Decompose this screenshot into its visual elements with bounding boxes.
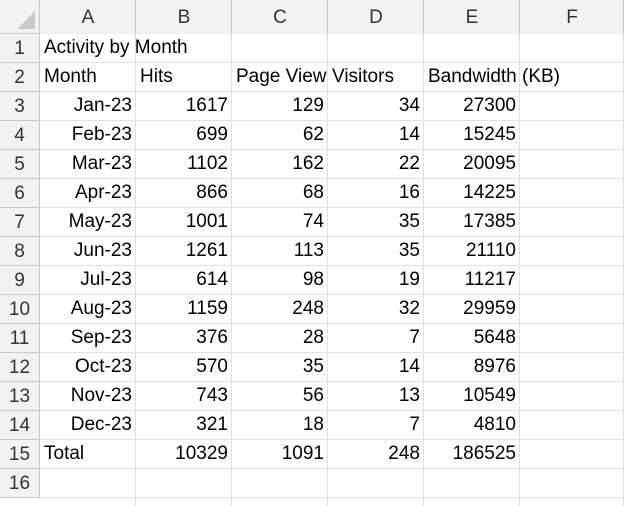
table-cell[interactable]: 14225: [424, 179, 520, 208]
total-label[interactable]: Total: [40, 440, 136, 469]
row-header-3[interactable]: 3: [0, 92, 40, 121]
table-cell[interactable]: 28: [232, 324, 328, 353]
table-cell[interactable]: 8976: [424, 353, 520, 382]
row-header-1[interactable]: 1: [0, 34, 40, 63]
cell-header-visitors[interactable]: Visitors: [328, 63, 424, 92]
table-cell[interactable]: 376: [136, 324, 232, 353]
cell-header-bandwidth[interactable]: Bandwidth (KB): [424, 63, 560, 92]
table-cell[interactable]: 62: [232, 121, 328, 150]
row-header-8[interactable]: 8: [0, 237, 40, 266]
table-cell[interactable]: 129: [232, 92, 328, 121]
row-header-14[interactable]: 14: [0, 411, 40, 440]
table-cell[interactable]: 35: [328, 208, 424, 237]
table-cell[interactable]: 14: [328, 121, 424, 150]
table-cell[interactable]: 22: [328, 150, 424, 179]
column-header-b[interactable]: B: [136, 0, 232, 34]
table-cell[interactable]: 248: [232, 295, 328, 324]
table-cell[interactable]: 68: [232, 179, 328, 208]
row-header-15[interactable]: 15: [0, 440, 40, 469]
table-cell[interactable]: 4810: [424, 411, 520, 440]
column-header-d[interactable]: D: [328, 0, 424, 34]
table-cell[interactable]: Sep-23: [40, 324, 136, 353]
table-cell[interactable]: Feb-23: [40, 121, 136, 150]
table-cell[interactable]: 18: [232, 411, 328, 440]
table-cell[interactable]: 699: [136, 121, 232, 150]
row-header-7[interactable]: 7: [0, 208, 40, 237]
cell-a1-title[interactable]: Activity by Month: [40, 34, 188, 63]
table-cell[interactable]: 35: [232, 353, 328, 382]
cell-header-page-view[interactable]: Page View: [232, 63, 328, 92]
gridline-horizontal: [40, 497, 624, 498]
total-cell[interactable]: 186525: [424, 440, 520, 469]
table-cell[interactable]: Apr-23: [40, 179, 136, 208]
table-cell[interactable]: Aug-23: [40, 295, 136, 324]
table-cell[interactable]: 614: [136, 266, 232, 295]
row-header-13[interactable]: 13: [0, 382, 40, 411]
table-cell[interactable]: 98: [232, 266, 328, 295]
column-header-c[interactable]: C: [232, 0, 328, 34]
table-cell[interactable]: 1159: [136, 295, 232, 324]
table-cell[interactable]: 1617: [136, 92, 232, 121]
table-cell[interactable]: 15245: [424, 121, 520, 150]
table-cell[interactable]: 56: [232, 382, 328, 411]
select-all-corner[interactable]: [0, 0, 40, 34]
table-cell[interactable]: 20095: [424, 150, 520, 179]
table-cell[interactable]: 13: [328, 382, 424, 411]
table-cell[interactable]: May-23: [40, 208, 136, 237]
table-cell[interactable]: 34: [328, 92, 424, 121]
table-cell[interactable]: 5648: [424, 324, 520, 353]
table-cell[interactable]: 27300: [424, 92, 520, 121]
table-cell[interactable]: 16: [328, 179, 424, 208]
select-all-triangle-icon: [17, 11, 35, 29]
table-cell[interactable]: Nov-23: [40, 382, 136, 411]
table-cell[interactable]: 162: [232, 150, 328, 179]
table-cell[interactable]: 7: [328, 411, 424, 440]
table-cell[interactable]: 11217: [424, 266, 520, 295]
table-cell[interactable]: 866: [136, 179, 232, 208]
table-cell[interactable]: 10549: [424, 382, 520, 411]
row-header-12[interactable]: 12: [0, 353, 40, 382]
cell-header-month[interactable]: Month: [40, 63, 136, 92]
column-header-a[interactable]: A: [40, 0, 136, 34]
row-header-5[interactable]: 5: [0, 150, 40, 179]
table-cell[interactable]: 570: [136, 353, 232, 382]
cell-header-hits[interactable]: Hits: [136, 63, 232, 92]
table-cell[interactable]: 14: [328, 353, 424, 382]
total-cell[interactable]: 248: [328, 440, 424, 469]
table-cell[interactable]: 113: [232, 237, 328, 266]
table-cell[interactable]: 35: [328, 237, 424, 266]
table-cell[interactable]: 29959: [424, 295, 520, 324]
row-header-divider: [0, 497, 40, 498]
table-cell[interactable]: 32: [328, 295, 424, 324]
table-cell[interactable]: 7: [328, 324, 424, 353]
spreadsheet-grid[interactable]: A B C D E F 1 2 3 4 5 6 7 8 9 10 11 12 13 14 15 16 Activity by…: [0, 0, 624, 506]
table-cell[interactable]: 21110: [424, 237, 520, 266]
row-header-6[interactable]: 6: [0, 179, 40, 208]
row-header-11[interactable]: 11: [0, 324, 40, 353]
table-cell[interactable]: Jun-23: [40, 237, 136, 266]
table-cell[interactable]: Jan-23: [40, 92, 136, 121]
table-cell[interactable]: Dec-23: [40, 411, 136, 440]
table-cell[interactable]: 74: [232, 208, 328, 237]
table-cell[interactable]: 19: [328, 266, 424, 295]
row-header-4[interactable]: 4: [0, 121, 40, 150]
table-cell[interactable]: Jul-23: [40, 266, 136, 295]
total-cell[interactable]: 10329: [136, 440, 232, 469]
column-header-f[interactable]: F: [520, 0, 624, 34]
table-cell[interactable]: 1261: [136, 237, 232, 266]
table-cell[interactable]: 743: [136, 382, 232, 411]
table-cell[interactable]: 1001: [136, 208, 232, 237]
total-cell[interactable]: 1091: [232, 440, 328, 469]
table-cell[interactable]: 17385: [424, 208, 520, 237]
row-header-2[interactable]: 2: [0, 63, 40, 92]
row-header-16[interactable]: 16: [0, 469, 40, 498]
table-cell[interactable]: Oct-23: [40, 353, 136, 382]
table-cell[interactable]: 1102: [136, 150, 232, 179]
table-cell[interactable]: 321: [136, 411, 232, 440]
column-header-e[interactable]: E: [424, 0, 520, 34]
row-header-10[interactable]: 10: [0, 295, 40, 324]
table-cell[interactable]: Mar-23: [40, 150, 136, 179]
row-header-9[interactable]: 9: [0, 266, 40, 295]
